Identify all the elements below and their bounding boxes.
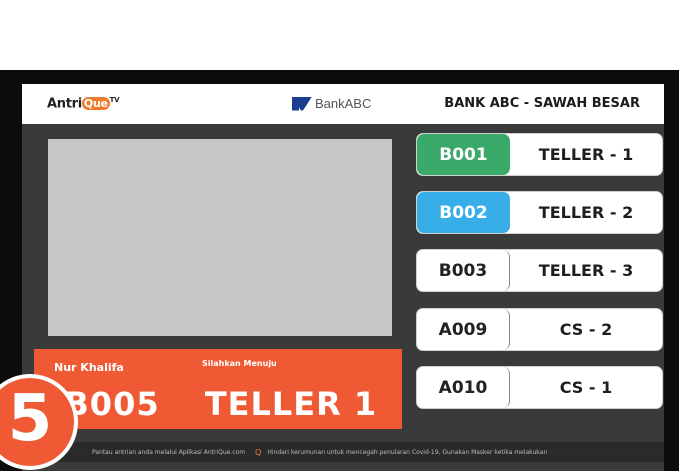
destination-prompt: Silahkan Menuju (202, 359, 277, 368)
video-area (48, 139, 392, 336)
tv-frame: Antri Que TV BankABC BANK ABC - SAWAH BESA… (0, 70, 679, 471)
customer-name: Nur Khalifa (54, 361, 124, 374)
ticker-message-1: Pantau antrian anda melalui Aplikasi Ant… (92, 448, 246, 456)
antrique-logo: Antri Que TV (47, 96, 120, 112)
queue-code: A010 (417, 367, 510, 408)
display-header: Antri Que TV BankABC BANK ABC - SAWAH BESA… (22, 84, 664, 124)
queue-destination: TELLER - 1 (538, 145, 634, 164)
queue-destination: CS - 1 (559, 378, 613, 397)
queue-code: A009 (417, 309, 510, 350)
queue-destination: TELLER - 2 (538, 203, 634, 222)
bank-mark-icon (292, 96, 312, 111)
queue-row: B001 TELLER - 1 (416, 133, 663, 176)
current-destination-box: Silahkan Menuju TELLER 1 (182, 349, 402, 429)
queue-code: B003 (417, 250, 510, 291)
bank-logo: BankABC (292, 96, 371, 111)
brand-q: Que (81, 97, 110, 111)
queue-destination: TELLER - 3 (538, 261, 634, 280)
queue-code: B001 (417, 134, 510, 175)
queue-display-screen: Antri Que TV BankABC BANK ABC - SAWAH BESA… (22, 84, 664, 471)
news-ticker: Pantau antrian anda melalui Aplikasi Ant… (22, 442, 664, 462)
brand-sup: TV (109, 96, 120, 104)
current-destination: TELLER 1 (204, 385, 378, 423)
queue-destination: CS - 2 (559, 320, 613, 339)
queue-row: B002 TELLER - 2 (416, 191, 663, 234)
queue-row: A010 CS - 1 (416, 366, 663, 409)
bank-name: BankABC (315, 96, 372, 111)
queue-row: A009 CS - 2 (416, 308, 663, 351)
brand-prefix: Antri (47, 96, 82, 112)
ticker-message-2: Hindari kerumunan untuk mencegah penular… (267, 448, 548, 456)
antrique-icon: Q (255, 447, 262, 457)
queue-row: B003 TELLER - 3 (416, 249, 663, 292)
queue-code: B002 (417, 192, 510, 233)
branch-title: BANK ABC - SAWAH BESAR (444, 96, 640, 111)
